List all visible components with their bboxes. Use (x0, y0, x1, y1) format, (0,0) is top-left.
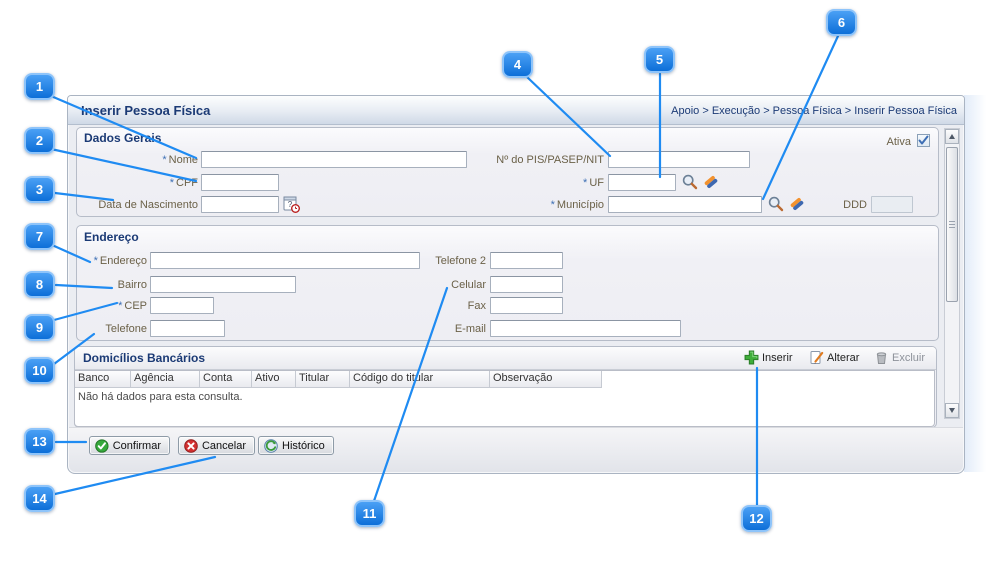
callout-badge-1: 1 (24, 73, 55, 100)
cep-input[interactable] (150, 297, 214, 314)
excluir-button[interactable]: Excluir (874, 350, 925, 365)
nascimento-input[interactable] (201, 196, 279, 213)
bairro-input[interactable] (150, 276, 296, 293)
callout-badge-13: 13 (24, 428, 55, 455)
bairro-label: Bairro (76, 279, 147, 291)
callout-badge-7: 7 (24, 223, 55, 250)
col-agencia[interactable]: Agência (131, 371, 200, 388)
col-observacao[interactable]: Observação (490, 371, 602, 388)
callout-badge-11: 11 (354, 500, 385, 527)
uf-search-icon[interactable] (681, 173, 699, 191)
check-icon (918, 135, 929, 146)
callout-badge-2: 2 (24, 127, 55, 154)
celular-label: Celular (398, 279, 486, 291)
municipio-input[interactable] (608, 196, 762, 213)
scroll-up-button[interactable] (945, 129, 959, 144)
vertical-scrollbar[interactable] (944, 128, 960, 419)
historico-button[interactable]: Histórico (258, 436, 334, 455)
callout-badge-5: 5 (644, 46, 675, 73)
scrollbar-thumb[interactable] (946, 147, 958, 302)
municipio-search-icon[interactable] (767, 195, 785, 213)
thumb-grip (949, 227, 955, 228)
trash-icon (874, 350, 889, 365)
bancarios-table: Banco Agência Conta Ativo Titular Código… (74, 370, 935, 427)
cancelar-label: Cancelar (202, 440, 246, 452)
history-clock-icon (264, 439, 278, 453)
callout-badge-8: 8 (24, 271, 55, 298)
col-codigo-titular[interactable]: Código do titular (350, 371, 490, 388)
excluir-label: Excluir (892, 352, 925, 364)
plus-icon (744, 350, 759, 365)
scroll-up-icon (949, 134, 955, 139)
callout-badge-10: 10 (24, 357, 55, 384)
municipio-label: *Município (468, 199, 604, 211)
cancel-x-icon (184, 439, 198, 453)
ativa-checkbox[interactable] (917, 134, 930, 147)
pis-input[interactable] (608, 151, 750, 168)
window-chrome-edge (964, 95, 990, 472)
telefone2-input[interactable] (490, 252, 563, 269)
thumb-grip (949, 224, 955, 225)
uf-clear-icon[interactable] (702, 173, 720, 191)
col-banco[interactable]: Banco (75, 371, 131, 388)
scroll-down-button[interactable] (945, 403, 959, 418)
col-ativo[interactable]: Ativo (252, 371, 296, 388)
endereco-label: *Endereço (76, 255, 147, 267)
page-title: Inserir Pessoa Física (81, 103, 210, 118)
alterar-label: Alterar (827, 352, 859, 364)
callout-badge-14: 14 (24, 485, 55, 512)
screenshot-stage: Inserir Pessoa Física Apoio > Execução >… (0, 0, 1000, 568)
uf-input[interactable] (608, 174, 676, 191)
inserir-label: Inserir (762, 352, 793, 364)
callout-badge-3: 3 (24, 176, 55, 203)
ativa-label: Ativa (863, 136, 911, 148)
confirmar-label: Confirmar (113, 440, 161, 452)
email-input[interactable] (490, 320, 681, 337)
calendar-icon[interactable]: ? (283, 195, 301, 213)
scroll-down-icon (949, 408, 955, 413)
edit-icon (809, 350, 824, 365)
telefone-label: Telefone (76, 323, 147, 335)
alterar-button[interactable]: Alterar (809, 350, 859, 365)
col-titular[interactable]: Titular (296, 371, 350, 388)
section-title-endereco: Endereço (84, 230, 139, 244)
inserir-button[interactable]: Inserir (744, 350, 793, 365)
confirmar-button[interactable]: Confirmar (89, 436, 170, 455)
page-header: Inserir Pessoa Física Apoio > Execução >… (68, 96, 964, 125)
cancelar-button[interactable]: Cancelar (178, 436, 255, 455)
celular-input[interactable] (490, 276, 563, 293)
ddd-label: DDD (824, 199, 867, 211)
email-label: E-mail (398, 323, 486, 335)
col-conta[interactable]: Conta (200, 371, 252, 388)
app-window: Inserir Pessoa Física Apoio > Execução >… (67, 95, 965, 474)
section-title-dados-gerais: Dados Gerais (84, 131, 161, 145)
historico-label: Histórico (282, 440, 325, 452)
callout-badge-6: 6 (826, 9, 857, 36)
cpf-input[interactable] (201, 174, 279, 191)
telefone2-label: Telefone 2 (398, 255, 486, 267)
cep-label: *CEP (76, 300, 147, 312)
endereco-input[interactable] (150, 252, 420, 269)
municipio-clear-icon[interactable] (788, 195, 806, 213)
cpf-label: *CPF (76, 177, 198, 189)
uf-label: *UF (468, 177, 604, 189)
callout-badge-12: 12 (741, 505, 772, 532)
fax-label: Fax (398, 300, 486, 312)
breadcrumb[interactable]: Apoio > Execução > Pessoa Física > Inser… (671, 105, 957, 117)
fax-input[interactable] (490, 297, 563, 314)
pis-label: Nº do PIS/PASEP/NIT (468, 154, 604, 166)
nome-input[interactable] (201, 151, 467, 168)
table-empty-message: Não há dados para esta consulta. (78, 391, 243, 403)
callout-badge-9: 9 (24, 314, 55, 341)
confirm-check-icon (95, 439, 109, 453)
section-title-bancarios: Domicílios Bancários (83, 351, 205, 365)
nome-label: *Nome (76, 154, 198, 166)
callout-badge-4: 4 (502, 51, 533, 78)
thumb-grip (949, 221, 955, 222)
ddd-input (871, 196, 913, 213)
bancarios-table-header: Banco Agência Conta Ativo Titular Código… (75, 371, 934, 388)
telefone-input[interactable] (150, 320, 225, 337)
nascimento-label: Data de Nascimento (76, 199, 198, 211)
